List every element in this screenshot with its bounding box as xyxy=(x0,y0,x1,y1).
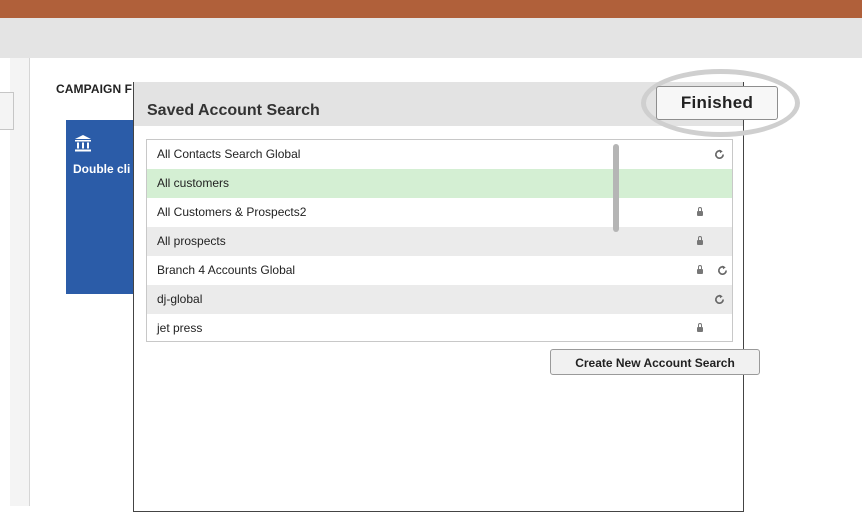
saved-search-row[interactable]: All Customers & Prospects2 xyxy=(147,198,732,227)
app-top-bar xyxy=(0,0,862,18)
campaign-title: CAMPAIGN F xyxy=(56,82,133,96)
global-sync-icon xyxy=(715,294,724,304)
toolbar xyxy=(0,18,862,58)
saved-search-label: All Contacts Search Global xyxy=(157,147,301,161)
lock-icon xyxy=(697,265,703,275)
saved-search-label: Branch 4 Accounts Global xyxy=(157,263,296,277)
saved-search-row[interactable]: All Contacts Search Global xyxy=(147,140,732,169)
finished-button[interactable]: Finished xyxy=(656,86,778,120)
create-new-account-search-button[interactable]: Create New Account Search xyxy=(550,349,760,375)
saved-search-label: All Customers & Prospects2 xyxy=(157,205,307,219)
tile-text: Double cli xyxy=(73,162,131,176)
saved-search-row[interactable]: dj-global xyxy=(147,285,732,314)
global-sync-icon xyxy=(715,149,724,159)
saved-search-row[interactable]: All prospects xyxy=(147,227,732,256)
lock-icon xyxy=(697,207,703,217)
bank-icon xyxy=(75,135,91,152)
saved-search-label: jet press xyxy=(157,321,203,335)
collapsed-side-panel[interactable] xyxy=(0,92,14,130)
saved-search-row[interactable]: Branch 4 Accounts Global xyxy=(147,256,732,285)
global-sync-icon xyxy=(718,265,727,275)
lock-icon xyxy=(697,236,703,246)
saved-search-list[interactable]: All Contacts Search Global All customers A… xyxy=(146,139,733,342)
saved-search-label: dj-global xyxy=(157,292,203,306)
dialog-title: Saved Account Search xyxy=(147,102,320,119)
saved-search-label: All prospects xyxy=(157,234,226,248)
list-scrollbar[interactable] xyxy=(613,144,619,232)
lock-icon xyxy=(697,323,703,333)
saved-search-label: All customers xyxy=(157,176,230,190)
saved-account-search-dialog: Saved Account Search All Contacts Search… xyxy=(133,82,744,512)
saved-search-row[interactable]: All customers xyxy=(147,169,732,198)
saved-search-row[interactable]: jet press xyxy=(147,314,732,341)
